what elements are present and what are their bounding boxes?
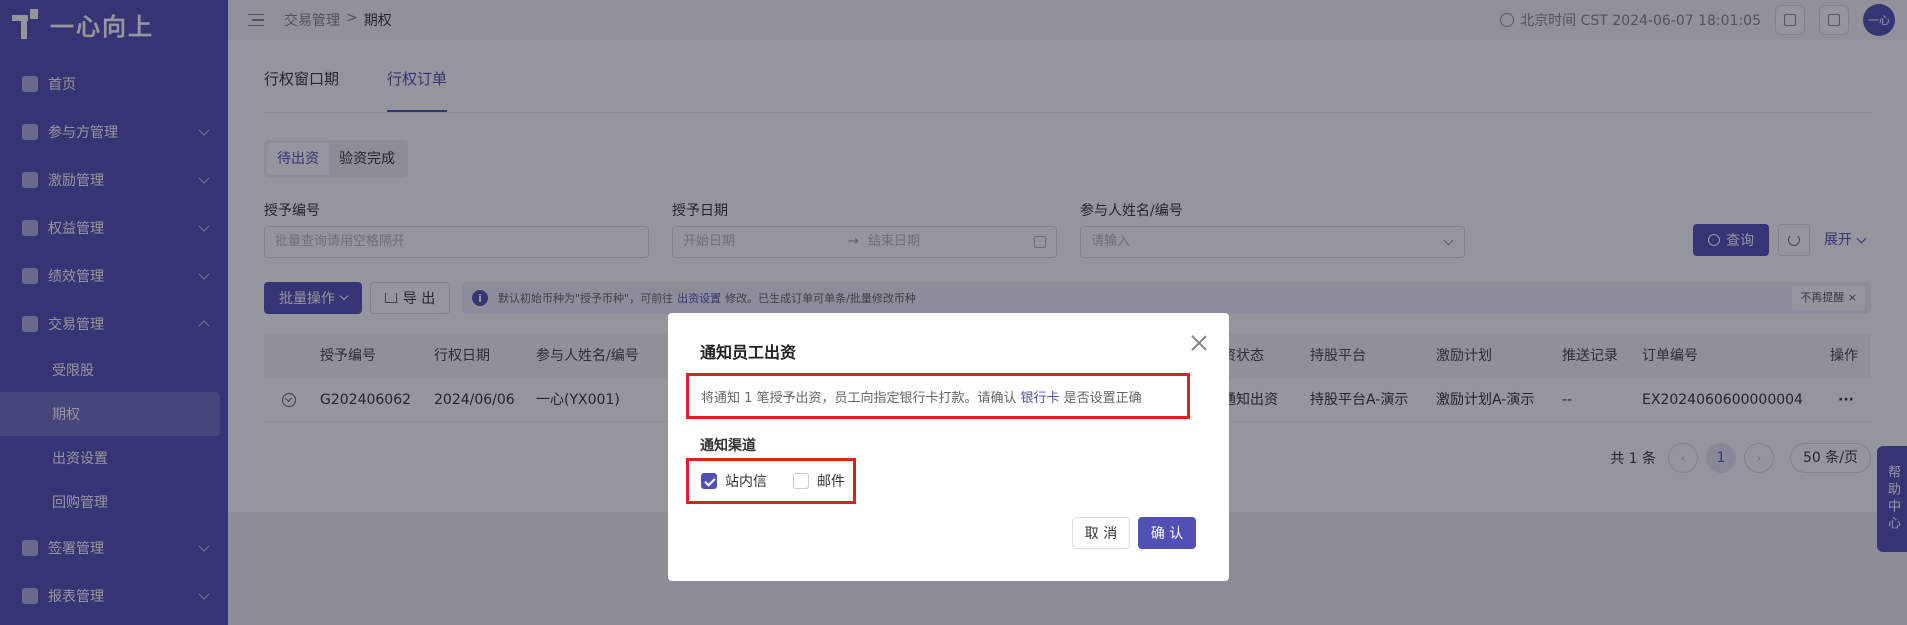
modal-title: 通知员工出资	[700, 343, 797, 362]
modal-message: 将通知 1 笔授予出资，员工向指定银行卡打款。请确认 银行卡 是否设置正确	[686, 373, 1190, 419]
in-app-message-label[interactable]: 站内信	[725, 471, 767, 491]
message-suffix: 是否设置正确	[1063, 390, 1142, 406]
email-label[interactable]: 邮件	[817, 471, 845, 491]
close-icon[interactable]	[1189, 333, 1209, 353]
in-app-message-checkbox[interactable]	[701, 473, 717, 489]
message-prefix: 将通知 1 笔授予出资，员工向指定银行卡打款。请确认	[701, 390, 1017, 406]
channel-options: 站内信 邮件	[686, 458, 856, 504]
channel-label: 通知渠道	[700, 438, 756, 454]
cancel-button[interactable]: 取 消	[1072, 517, 1130, 549]
email-checkbox[interactable]	[793, 473, 809, 489]
notify-funding-modal: 通知员工出资 将通知 1 笔授予出资，员工向指定银行卡打款。请确认 银行卡 是否…	[668, 313, 1229, 581]
confirm-button[interactable]: 确 认	[1138, 517, 1196, 549]
bank-card-link[interactable]: 银行卡	[1021, 387, 1060, 406]
